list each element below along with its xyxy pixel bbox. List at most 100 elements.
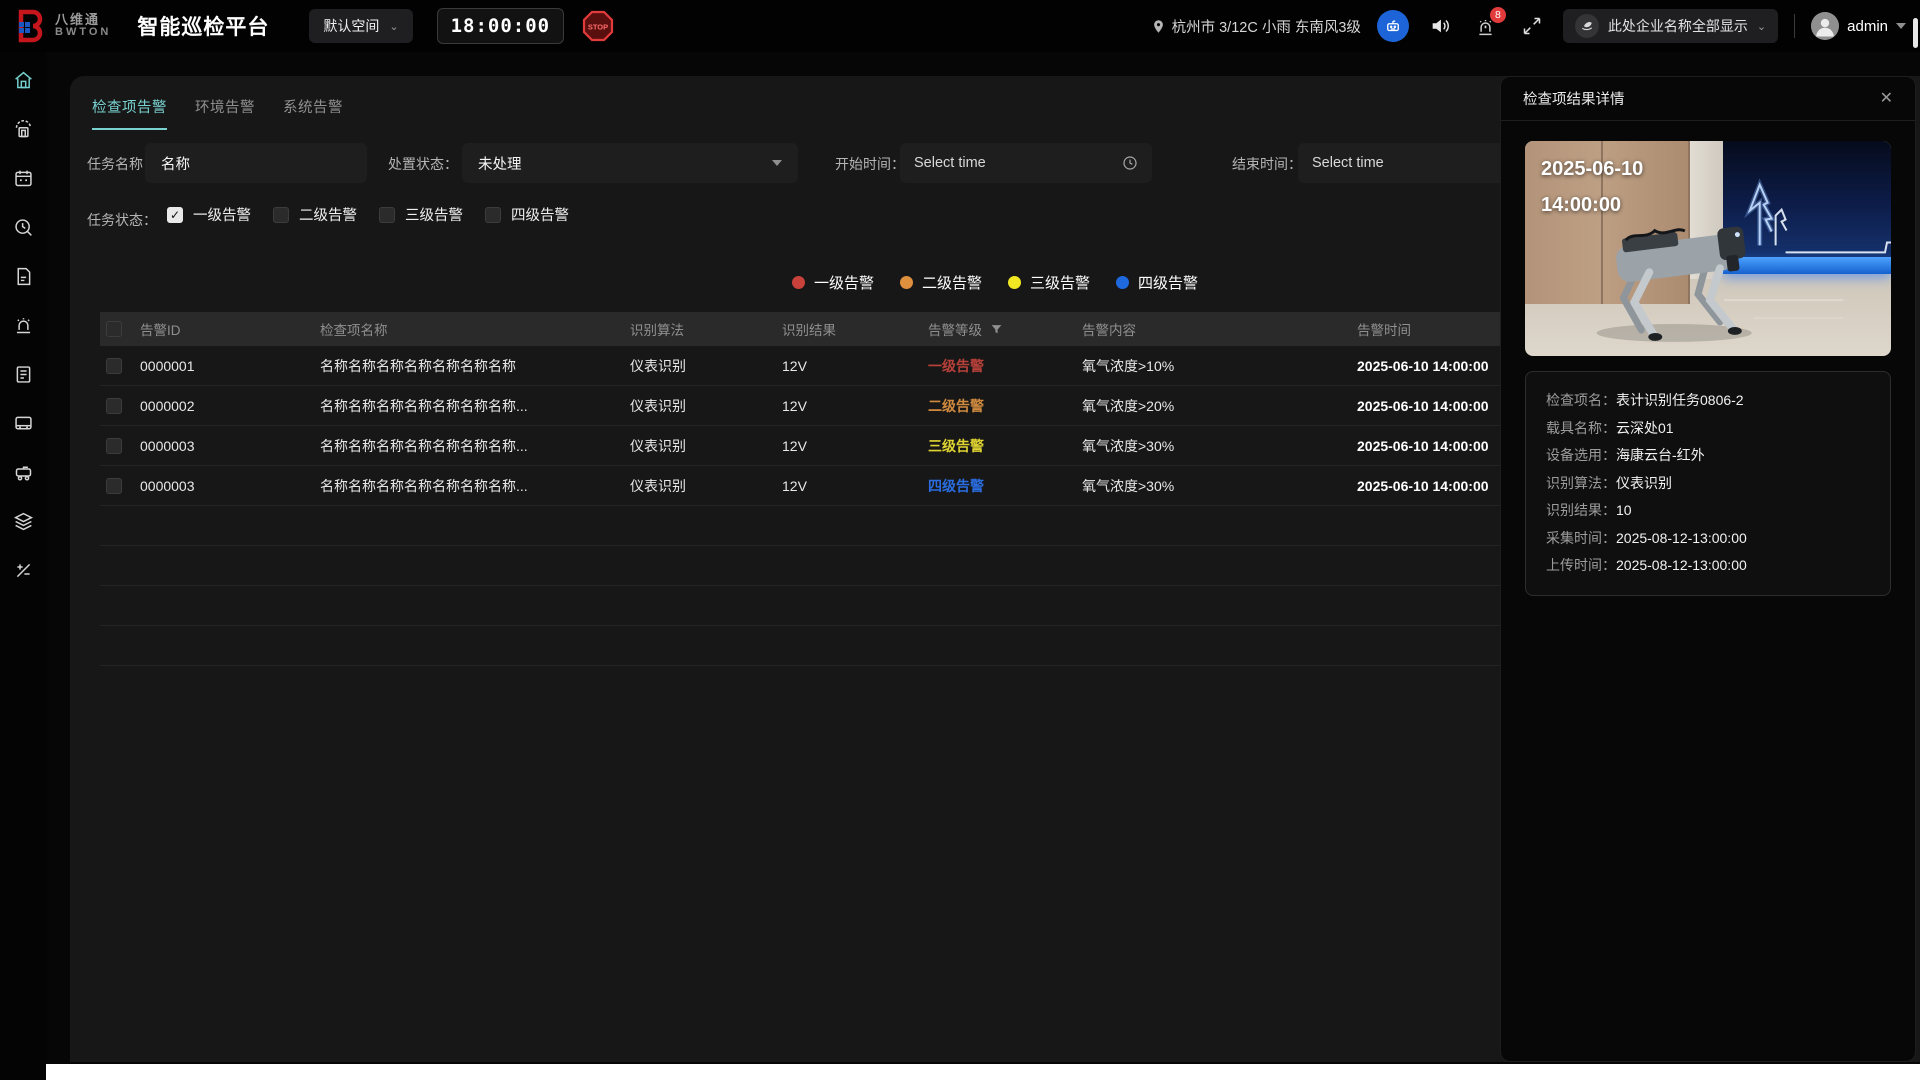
select-all-checkbox[interactable] (106, 321, 122, 337)
cell-algorithm: 仪表识别 (630, 356, 782, 376)
sidebar (0, 0, 46, 1080)
start-time-label: 开始时间： (835, 154, 905, 174)
col-checkitem-name: 检查项名称 (320, 319, 630, 339)
close-icon[interactable]: ✕ (1880, 91, 1893, 107)
sidebar-item-adjust[interactable] (0, 562, 46, 584)
end-time-label: 结束时间： (1232, 154, 1302, 174)
user-menu[interactable]: admin (1811, 12, 1906, 40)
cell-content: 氧气浓度>30% (1082, 436, 1357, 456)
enterprise-selector[interactable]: 此处企业名称全部显示 ⌄ (1563, 9, 1778, 43)
sidebar-item-robot-dock[interactable] (0, 121, 46, 143)
handle-status-label: 处置状态： (388, 154, 458, 174)
alarm-notifications-button[interactable]: 8 (1471, 11, 1501, 41)
sidebar-item-task-search[interactable] (0, 219, 46, 241)
stop-button[interactable]: STOP (582, 10, 614, 42)
weather-location-text: 杭州市 3/12C 小雨 东南风3级 (1172, 16, 1361, 37)
legend-dot-orange (900, 276, 913, 289)
sidebar-item-layers[interactable] (0, 513, 46, 535)
tab-system-alarm[interactable]: 系统告警 (283, 96, 343, 130)
header-clock: 18:00:00 (437, 8, 565, 44)
row-checkbox[interactable] (106, 398, 122, 414)
detail-field: 上传时间：2025-08-12-13:00:00 (1546, 552, 1870, 580)
fullscreen-button[interactable] (1517, 11, 1547, 41)
cell-content: 氧气浓度>30% (1082, 476, 1357, 496)
checkbox[interactable] (273, 207, 289, 223)
tab-environment-alarm[interactable]: 环境告警 (195, 96, 255, 130)
weather-location: 杭州市 3/12C 小雨 东南风3级 (1151, 16, 1361, 37)
avatar (1811, 12, 1839, 40)
legend-item-level3: 三级告警 (1008, 272, 1090, 293)
bwton-logo-icon (14, 9, 48, 43)
cell-checkitem-name: 名称名称名称名称名称名称名称... (320, 396, 630, 416)
task-name-input[interactable]: 名称 (145, 143, 367, 183)
drawer-title: 检查项结果详情 (1523, 88, 1625, 109)
sound-button[interactable] (1425, 11, 1455, 41)
sidebar-item-records[interactable] (0, 366, 46, 388)
field-value: 云深处01 (1616, 415, 1674, 443)
field-label: 识别结果： (1546, 497, 1616, 525)
field-value: 海康云台-红外 (1616, 442, 1705, 470)
app-background: 八维通 BWTON 智能巡检平台 默认空间 ⌄ 18:00:00 STOP 杭州… (0, 0, 1920, 1064)
col-content: 告警内容 (1082, 319, 1357, 339)
scrollbar-thumb[interactable] (1913, 18, 1918, 48)
checkbox[interactable] (167, 207, 183, 223)
username: admin (1847, 18, 1888, 35)
photo-time: 14:00:00 (1541, 187, 1643, 223)
row-checkbox[interactable] (106, 478, 122, 494)
checkbox[interactable] (485, 207, 501, 223)
task-name-value: 名称 (161, 153, 190, 174)
cell-algorithm: 仪表识别 (630, 396, 782, 416)
bwton-logo: 八维通 BWTON (14, 9, 111, 43)
cell-algorithm: 仪表识别 (630, 476, 782, 496)
photo-date: 2025-06-10 (1541, 151, 1643, 187)
notification-badge: 8 (1490, 7, 1506, 23)
level1-check-item[interactable]: 一级告警 (167, 204, 251, 225)
expand-icon (1522, 16, 1542, 36)
cell-alarm-id: 0000003 (140, 478, 320, 494)
layers-icon (13, 511, 34, 537)
task-state-label: 任务状态： (87, 210, 157, 230)
detail-field: 识别结果：10 (1546, 497, 1870, 525)
robot-dock-icon (13, 119, 34, 145)
cell-level: 四级告警 (928, 476, 1082, 496)
sidebar-item-report[interactable] (0, 268, 46, 290)
level4-check-item[interactable]: 四级告警 (485, 204, 569, 225)
sidebar-item-robot-vehicle[interactable] (0, 464, 46, 486)
field-label: 载具名称： (1546, 415, 1616, 443)
start-time-picker[interactable]: Select time (900, 143, 1152, 183)
inspection-photo[interactable]: 2025-06-10 14:00:00 (1525, 141, 1891, 356)
row-checkbox[interactable] (106, 438, 122, 454)
sidebar-item-alarm[interactable] (0, 317, 46, 339)
handle-status-select[interactable]: 未处理 (462, 143, 798, 183)
level1-label: 一级告警 (193, 204, 251, 225)
sidebar-item-monitor[interactable] (0, 415, 46, 437)
filter-funnel-icon[interactable] (990, 323, 1003, 336)
robot-assistant-button[interactable] (1377, 10, 1409, 42)
cell-level: 一级告警 (928, 356, 1082, 376)
field-label: 识别算法： (1546, 470, 1616, 498)
calendar-icon (13, 168, 34, 194)
cell-level: 三级告警 (928, 436, 1082, 456)
enterprise-name: 此处企业名称全部显示 (1608, 16, 1748, 36)
photo-timestamp: 2025-06-10 14:00:00 (1541, 151, 1643, 223)
row-checkbox[interactable] (106, 358, 122, 374)
field-label: 上传时间： (1546, 552, 1616, 580)
cell-content: 氧气浓度>20% (1082, 396, 1357, 416)
chevron-down-icon: ⌄ (1757, 20, 1766, 33)
level3-check-item[interactable]: 三级告警 (379, 204, 463, 225)
level2-check-item[interactable]: 二级告警 (273, 204, 357, 225)
sidebar-item-calendar[interactable] (0, 170, 46, 192)
svg-text:STOP: STOP (588, 23, 608, 32)
field-label: 采集时间： (1546, 525, 1616, 553)
space-selector[interactable]: 默认空间 ⌄ (309, 9, 412, 43)
cell-checkitem-name: 名称名称名称名称名称名称名称... (320, 476, 630, 496)
tab-checkitem-alarm[interactable]: 检查项告警 (92, 96, 167, 130)
sidebar-item-home[interactable] (0, 72, 46, 94)
legend-label: 四级告警 (1138, 272, 1198, 293)
checkbox[interactable] (379, 207, 395, 223)
detail-field: 检查项名：表计识别任务0806-2 (1546, 387, 1870, 415)
home-icon (13, 70, 34, 96)
handle-status-value: 未处理 (478, 153, 522, 174)
cell-alarm-id: 0000003 (140, 438, 320, 454)
space-selector-value: 默认空间 (323, 16, 379, 36)
